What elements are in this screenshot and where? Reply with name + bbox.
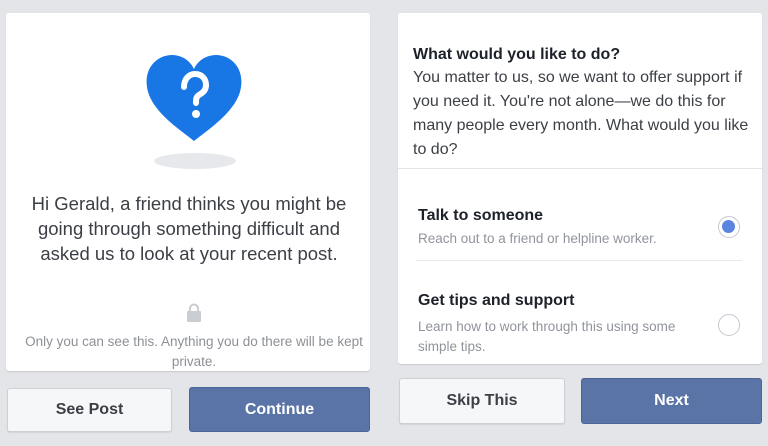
screen: Hi Gerald, a friend thinks you might be … [0, 0, 768, 446]
option-title: Talk to someone [418, 207, 544, 224]
radio-selected[interactable] [718, 216, 740, 238]
see-post-button[interactable]: See Post [7, 388, 172, 432]
privacy-note: Only you can see this. Anything you do t… [25, 334, 363, 369]
next-button[interactable]: Next [581, 378, 762, 424]
question-title: What would you like to do? [413, 46, 621, 63]
question-block: What would you like to do? You matter to… [413, 43, 753, 162]
heart-shadow [154, 153, 236, 169]
option-description: Learn how to work through this using som… [418, 319, 676, 354]
radio-dot [722, 220, 735, 233]
option-description: Reach out to a friend or helpline worker… [418, 231, 657, 246]
options-card: What would you like to do? You matter to… [398, 13, 762, 364]
option-title: Get tips and support [418, 292, 575, 309]
radio-unselected[interactable] [718, 314, 740, 336]
option-talk-to-someone[interactable]: Talk to someone Reach out to a friend or… [398, 169, 762, 259]
question-body: You matter to us, so we want to offer su… [413, 69, 749, 158]
lock-icon [186, 303, 202, 323]
concern-message: Hi Gerald, a friend thinks you might be … [31, 193, 347, 264]
option-get-tips[interactable]: Get tips and support Learn how to work t… [398, 262, 762, 354]
option-divider [416, 260, 742, 261]
friend-concern-card: Hi Gerald, a friend thinks you might be … [6, 13, 370, 371]
heart-question-icon [144, 53, 244, 143]
continue-button[interactable]: Continue [189, 387, 370, 432]
skip-button[interactable]: Skip This [399, 378, 565, 424]
